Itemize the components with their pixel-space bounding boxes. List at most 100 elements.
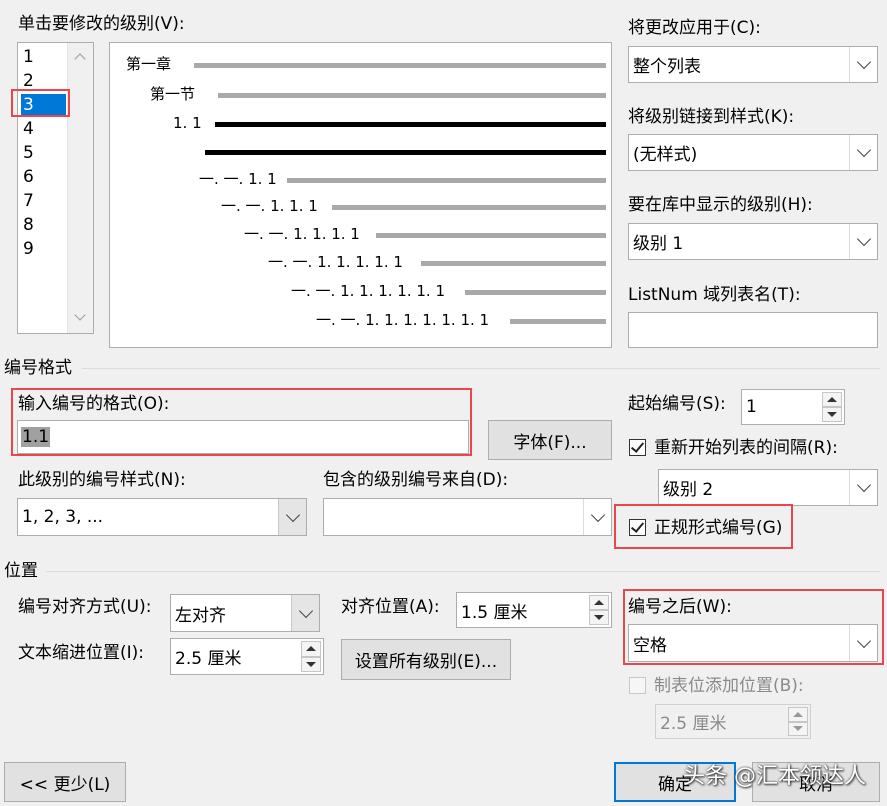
preview-row-label: 一. 一. 1. 1 (199, 170, 277, 188)
up-arrow-icon (827, 397, 837, 402)
chevron-down-icon (856, 54, 871, 70)
listnum-input[interactable] (628, 312, 878, 348)
up-arrow-icon (793, 711, 803, 717)
spin-down-button[interactable] (589, 610, 609, 625)
number-format-input[interactable]: 1.1 (17, 420, 469, 454)
set-all-levels-button[interactable]: 设置所有级别(E)... (341, 639, 511, 680)
link-style-select[interactable]: (无样式) (628, 134, 878, 171)
level-item[interactable]: 5 (23, 142, 63, 165)
aligned-at-value: 1.5 厘米 (461, 602, 528, 623)
gallery-level-select[interactable]: 级别 1 (628, 223, 878, 260)
alignment-select[interactable]: 左对齐 (170, 594, 320, 632)
gallery-level-label: 要在库中显示的级别(H): (628, 195, 813, 215)
number-style-label: 此级别的编号样式(N): (18, 470, 186, 490)
follow-number-select[interactable]: 空格 (628, 624, 878, 662)
level-item[interactable]: 4 (23, 118, 63, 141)
include-from-label: 包含的级别编号来自(D): (323, 470, 509, 490)
preview-row-line (287, 178, 606, 183)
restart-label: 重新开始列表的间隔(R): (654, 438, 838, 458)
preview-row-line (376, 233, 606, 238)
preview-row-label: 一. 一. 1. 1. 1 (221, 197, 318, 215)
link-style-label: 将级别链接到样式(K): (628, 107, 795, 127)
spin-up-button[interactable] (788, 707, 808, 722)
restart-level-select[interactable]: 级别 2 (658, 469, 878, 506)
alignment-label: 编号对齐方式(U): (18, 597, 152, 617)
tab-stop-spinner[interactable]: 2.5 厘米 (655, 704, 811, 739)
follow-number-label: 编号之后(W): (628, 597, 732, 617)
number-style-value: 1, 2, 3, ... (22, 507, 104, 527)
apply-to-value: 整个列表 (633, 57, 701, 77)
preview-row-line (194, 63, 606, 68)
level-item[interactable]: 2 (23, 70, 63, 93)
level-item[interactable]: 9 (23, 238, 63, 261)
less-button[interactable]: << 更少(L) (4, 762, 126, 802)
restart-checkbox[interactable] (629, 439, 646, 456)
number-format-value: 1.1 (21, 427, 51, 447)
level-list-label: 单击要修改的级别(V): (18, 14, 185, 34)
include-from-select[interactable] (323, 498, 612, 536)
down-arrow-icon (827, 412, 837, 417)
section-divider (46, 571, 880, 572)
tab-stop-label: 制表位添加位置(B): (654, 676, 804, 696)
down-arrow-icon (594, 615, 604, 620)
preview-row-line (205, 150, 606, 155)
preview-row-label: 第一章 (126, 55, 172, 73)
enter-format-label: 输入编号的格式(O): (18, 394, 170, 414)
spin-down-button[interactable] (788, 721, 808, 736)
text-indent-spinner[interactable]: 2.5 厘米 (170, 638, 324, 675)
listnum-label: ListNum 域列表名(T): (628, 285, 801, 305)
text-indent-value: 2.5 厘米 (175, 649, 242, 669)
preview-row-label: 第一节 (150, 85, 196, 103)
spin-up-button[interactable] (301, 641, 321, 657)
section-divider (82, 368, 880, 369)
preview-row-line (421, 261, 606, 266)
number-format-title: 编号格式 (4, 358, 72, 378)
scroll-up-icon[interactable] (74, 53, 86, 65)
spin-down-button[interactable] (301, 656, 321, 672)
font-button[interactable]: 字体(F)... (488, 420, 612, 460)
preview-row-line (510, 319, 606, 324)
chevron-down-icon (856, 477, 871, 493)
preview-row-label: 1. 1 (173, 114, 202, 132)
level-item[interactable]: 7 (23, 190, 63, 213)
tab-stop-value: 2.5 厘米 (660, 714, 727, 734)
start-at-spinner[interactable]: 1 (741, 389, 845, 425)
aligned-at-label: 对齐位置(A): (341, 597, 440, 617)
gallery-level-value: 级别 1 (633, 234, 684, 254)
apply-to-select[interactable]: 整个列表 (628, 46, 878, 83)
alignment-value: 左对齐 (175, 605, 226, 626)
preview-row-label: 一. 一. 1. 1. 1. 1. 1. 1. 1 (316, 311, 490, 329)
start-at-label: 起始编号(S): (628, 394, 726, 414)
position-title: 位置 (4, 561, 38, 581)
preview-row-line (465, 290, 606, 295)
watermark-text: 头条 @汇本领达人 (683, 764, 866, 789)
aligned-at-spinner[interactable]: 1.5 厘米 (456, 592, 612, 628)
preview-row-label: 一. 一. 1. 1. 1. 1. 1. 1 (291, 282, 446, 300)
scroll-down-icon[interactable] (74, 309, 86, 321)
legal-label: 正规形式编号(G) (654, 518, 783, 538)
checkmark-icon (630, 519, 645, 533)
level-item[interactable]: 6 (23, 166, 63, 189)
spin-up-button[interactable] (822, 392, 842, 407)
legal-checkbox[interactable] (629, 519, 646, 536)
preview-row-line (215, 122, 606, 127)
level-listbox[interactable]: 123456789 (17, 42, 94, 334)
level-item[interactable]: 3 (21, 94, 66, 117)
level-list-scrollbar[interactable] (67, 43, 93, 333)
chevron-down-icon (285, 507, 300, 522)
apply-to-label: 将更改应用于(C): (628, 18, 761, 38)
follow-number-value: 空格 (633, 635, 667, 656)
tab-stop-checkbox[interactable] (629, 677, 646, 694)
down-arrow-icon (306, 661, 316, 667)
number-style-select[interactable]: 1, 2, 3, ... (17, 498, 307, 536)
spin-up-button[interactable] (589, 595, 609, 610)
level-item[interactable]: 1 (23, 46, 63, 69)
link-style-value: (无样式) (633, 145, 698, 165)
restart-level-value: 级别 2 (663, 480, 714, 500)
checkmark-icon (630, 439, 645, 453)
preview-pane: 第一章第一节 1. 1 一. 一. 1. 1 一. 一. 1. 1. 1 一. 一. 1… (109, 42, 612, 348)
chevron-down-icon (856, 231, 871, 247)
chevron-down-icon (590, 507, 605, 522)
spin-down-button[interactable] (822, 407, 842, 422)
level-item[interactable]: 8 (23, 214, 63, 237)
